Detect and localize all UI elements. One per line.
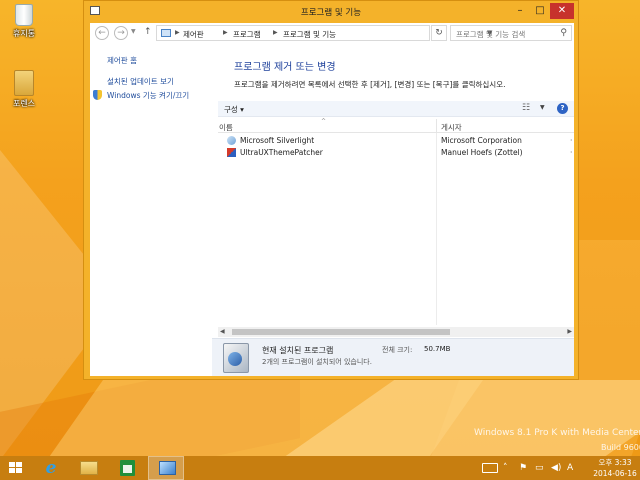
scrollbar-thumb[interactable] bbox=[232, 329, 450, 335]
window-content: 제어판 홈 설치된 업데이트 보기 Windows 기능 켜기/끄기 프로그램 … bbox=[90, 43, 574, 376]
show-hidden-icons-chevron-icon[interactable]: ˄ bbox=[503, 456, 508, 480]
forward-button[interactable]: → bbox=[114, 26, 128, 40]
touch-keyboard-icon[interactable] bbox=[482, 463, 498, 473]
close-button[interactable]: ✕ bbox=[550, 3, 574, 19]
recent-locations-chevron-icon[interactable]: ▼ bbox=[131, 28, 136, 35]
breadcrumb-separator-icon[interactable]: ▶ bbox=[175, 29, 180, 36]
search-icon[interactable]: ⚲ bbox=[560, 28, 567, 38]
main-pane: 프로그램 제거 또는 변경 프로그램을 제거하려면 목록에서 선택한 후 [제거… bbox=[212, 43, 574, 376]
column-header-name[interactable]: 이름 bbox=[219, 122, 233, 133]
column-header-publisher[interactable]: 게시자 bbox=[441, 122, 462, 133]
desktop-icon-label: 포렌스 bbox=[12, 99, 36, 108]
up-button[interactable]: ↑ bbox=[144, 27, 152, 37]
ultraux-icon bbox=[227, 148, 236, 157]
search-box[interactable]: 프로그램 및 기능 검색 ⚲ bbox=[450, 25, 572, 41]
horizontal-scrollbar[interactable]: ◀ ▶ bbox=[218, 327, 574, 337]
minimize-button[interactable]: – bbox=[510, 3, 530, 19]
column-divider[interactable] bbox=[436, 119, 437, 133]
control-panel-icon bbox=[159, 461, 176, 475]
ime-indicator[interactable]: A bbox=[567, 456, 573, 480]
breadcrumb-control-panel[interactable]: 제어판 bbox=[183, 29, 204, 40]
scroll-left-icon[interactable]: ◀ bbox=[220, 328, 225, 335]
folder-icon bbox=[14, 70, 34, 96]
taskbar-store[interactable] bbox=[110, 456, 146, 480]
truncated-column-marker: · bbox=[570, 148, 573, 157]
network-icon[interactable]: ▭ bbox=[535, 456, 544, 480]
desktop-icon-folder[interactable]: 포렌스 bbox=[0, 70, 48, 109]
view-options-chevron-icon[interactable]: ▼ bbox=[540, 104, 545, 111]
change-view-icon[interactable]: ☷ bbox=[522, 103, 530, 113]
truncated-column-marker: · bbox=[570, 136, 573, 145]
details-pane: 현재 설치된 프로그램 2개의 프로그램이 설치되어 있습니다. 전체 크기: … bbox=[212, 338, 574, 376]
scroll-right-icon[interactable]: ▶ bbox=[567, 328, 572, 335]
link-control-panel-home[interactable]: 제어판 홈 bbox=[107, 55, 137, 66]
control-panel-icon bbox=[161, 29, 171, 37]
program-publisher: Manuel Hoefs (Zottel) bbox=[441, 148, 523, 157]
refresh-button[interactable]: ↻ bbox=[431, 25, 447, 41]
command-bar: 구성 ▾ ☷ ▼ ? bbox=[218, 101, 574, 117]
start-button[interactable] bbox=[0, 456, 36, 480]
breadcrumb-programs[interactable]: 프로그램 bbox=[233, 29, 261, 40]
window-title: 프로그램 및 기능 bbox=[300, 8, 362, 18]
navigation-bar: ← → ▼ ↑ ▶ 제어판 ▶ 프로그램 ▶ 프로그램 및 기능 ▼ ↻ 프로그… bbox=[90, 23, 574, 43]
details-title: 현재 설치된 프로그램 bbox=[262, 346, 334, 355]
search-placeholder: 프로그램 및 기능 검색 bbox=[456, 30, 526, 39]
action-center-flag-icon[interactable]: ⚑ bbox=[519, 456, 527, 480]
clock[interactable]: 오후 3:33 2014-06-16 bbox=[592, 457, 638, 479]
taskbar-internet-explorer[interactable]: e bbox=[34, 456, 70, 480]
program-name: Microsoft Silverlight bbox=[240, 136, 315, 145]
breadcrumb-separator-icon[interactable]: ▶ bbox=[273, 29, 278, 36]
internet-explorer-icon: e bbox=[45, 458, 57, 478]
volume-icon[interactable]: ◀) bbox=[551, 456, 561, 480]
column-header-row: ^ 이름 게시자 bbox=[218, 118, 574, 133]
programs-and-features-window: 프로그램 및 기능 – □ ✕ ← → ▼ ↑ ▶ 제어판 ▶ 프로그램 ▶ 프… bbox=[83, 0, 579, 380]
desktop-icon-label: 휴지통 bbox=[12, 29, 36, 38]
organize-button[interactable]: 구성 ▾ bbox=[224, 104, 244, 115]
program-name: UltraUXThemePatcher bbox=[240, 148, 323, 157]
program-row[interactable]: UltraUXThemePatcher Manuel Hoefs (Zottel… bbox=[218, 147, 574, 159]
store-icon bbox=[120, 460, 135, 476]
sort-ascending-icon: ^ bbox=[321, 118, 327, 125]
clock-time: 오후 3:33 bbox=[598, 458, 632, 467]
title-bar[interactable]: 프로그램 및 기능 – □ ✕ bbox=[84, 1, 578, 23]
total-size-label: 전체 크기: bbox=[382, 346, 413, 354]
back-button[interactable]: ← bbox=[95, 26, 109, 40]
edition-watermark: Windows 8.1 Pro K with Media Center bbox=[474, 428, 640, 438]
desktop-icon-recycle-bin[interactable]: 휴지통 bbox=[0, 4, 48, 39]
address-bar[interactable]: ▶ 제어판 ▶ 프로그램 ▶ 프로그램 및 기능 ▼ bbox=[156, 25, 492, 41]
total-size-value: 50.7MB bbox=[424, 345, 451, 353]
installed-programs-icon bbox=[223, 343, 249, 373]
build-watermark: Build 9600 bbox=[601, 443, 640, 452]
column-divider bbox=[436, 133, 437, 325]
breadcrumb-programs-and-features[interactable]: 프로그램 및 기능 bbox=[283, 29, 336, 40]
task-pane: 제어판 홈 설치된 업데이트 보기 Windows 기능 켜기/끄기 bbox=[90, 43, 212, 376]
clock-date: 2014-06-16 bbox=[593, 469, 637, 478]
taskbar-control-panel[interactable] bbox=[148, 456, 184, 480]
recycle-bin-icon bbox=[15, 4, 33, 26]
link-windows-features[interactable]: Windows 기능 켜기/끄기 bbox=[107, 90, 189, 101]
windows-logo-icon bbox=[9, 462, 23, 474]
link-view-installed-updates[interactable]: 설치된 업데이트 보기 bbox=[107, 76, 174, 87]
page-title: 프로그램 제거 또는 변경 bbox=[234, 62, 336, 73]
details-count: 2개의 프로그램이 설치되어 있습니다. bbox=[262, 358, 372, 366]
help-button[interactable]: ? bbox=[557, 103, 568, 114]
breadcrumb-separator-icon[interactable]: ▶ bbox=[223, 29, 228, 36]
taskbar-file-explorer[interactable] bbox=[72, 456, 108, 480]
program-publisher: Microsoft Corporation bbox=[441, 136, 522, 145]
file-explorer-icon bbox=[80, 461, 98, 475]
uac-shield-icon bbox=[93, 90, 102, 100]
program-row[interactable]: Microsoft Silverlight Microsoft Corporat… bbox=[218, 135, 574, 147]
maximize-button[interactable]: □ bbox=[530, 3, 550, 19]
taskbar: e ˄ ⚑ ▭ ◀) A 오후 3:33 2014-06-16 bbox=[0, 456, 640, 480]
silverlight-icon bbox=[227, 136, 236, 145]
instruction-text: 프로그램을 제거하려면 목록에서 선택한 후 [제거], [변경] 또는 [복구… bbox=[234, 80, 506, 89]
